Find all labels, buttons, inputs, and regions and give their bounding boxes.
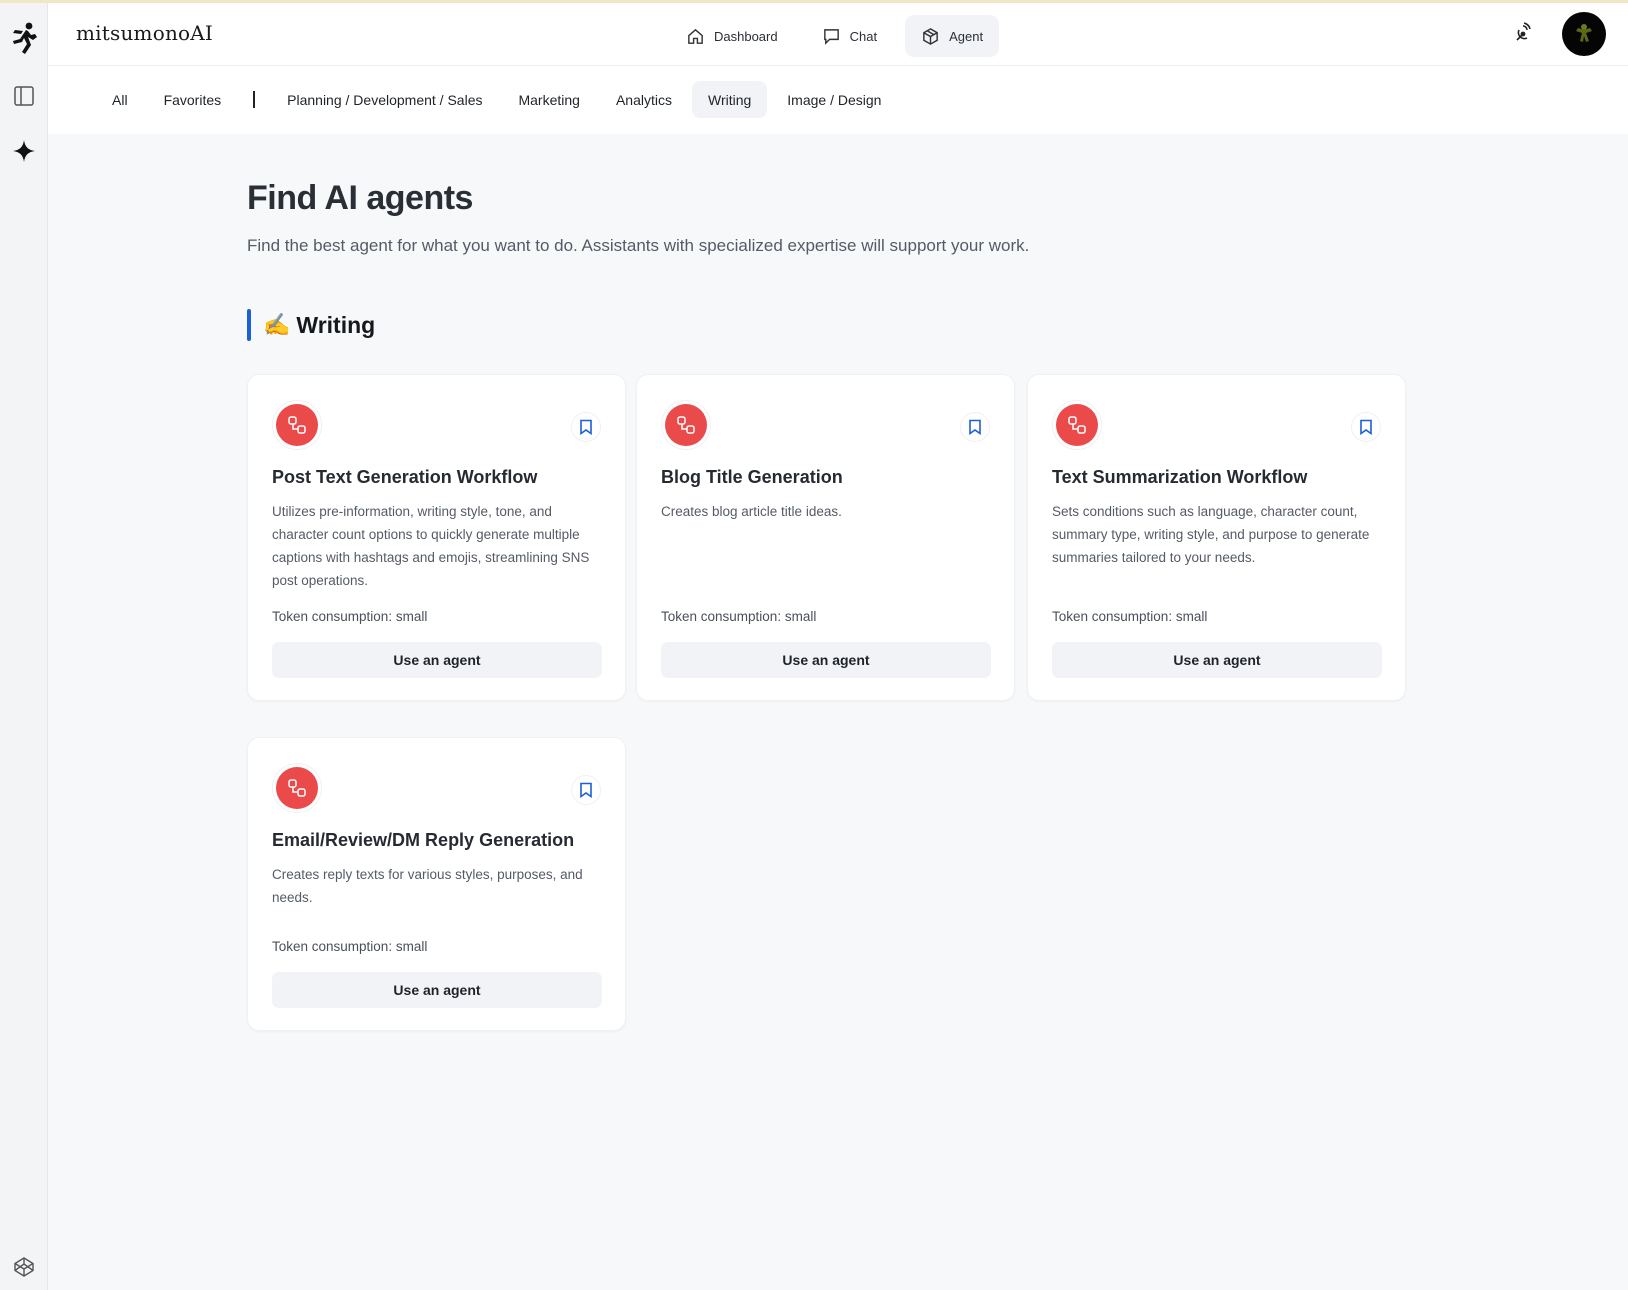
home-icon (686, 27, 705, 46)
bookmark-icon (1360, 419, 1372, 435)
nav-agent-label: Agent (949, 28, 984, 44)
token-consumption: Token consumption: small (272, 939, 428, 954)
tab-writing[interactable]: Writing (691, 81, 768, 118)
nav-dashboard[interactable]: Dashboard (670, 15, 794, 57)
agent-card: Text Summarization Workflow Sets conditi… (1027, 374, 1406, 701)
tab-separator (253, 91, 256, 108)
token-consumption: Token consumption: small (661, 609, 817, 624)
tab-analytics[interactable]: Analytics (600, 81, 688, 118)
workflow-nodes-icon (276, 404, 318, 446)
bookmark-icon (969, 419, 981, 435)
agent-title: Email/Review/DM Reply Generation (272, 830, 575, 850)
avatar-figure-icon (1576, 24, 1592, 42)
agent-description: Creates reply texts for various styles, … (272, 867, 583, 905)
running-ninja-logo-icon[interactable] (0, 21, 48, 55)
bookmark-button[interactable] (571, 775, 601, 805)
category-tabs-bar: All Favorites Planning / Development / S… (48, 66, 1628, 134)
tab-marketing[interactable]: Marketing (502, 81, 595, 118)
tab-all[interactable]: All (96, 81, 144, 118)
agent-card: Email/Review/DM Reply Generation Creates… (247, 737, 626, 1031)
use-agent-button[interactable]: Use an agent (1052, 642, 1382, 678)
nav-agent[interactable]: Agent (905, 15, 1000, 57)
bookmark-button[interactable] (960, 412, 990, 442)
agent-description: Utilizes pre-information, writing style,… (272, 504, 590, 588)
agent-avatar (272, 763, 322, 813)
top-header: mitsumonoAI Dashboard Chat Agent (48, 3, 1628, 66)
top-nav: Dashboard Chat Agent (670, 15, 1000, 57)
broadcast-signal-icon[interactable] (1514, 21, 1536, 48)
category-tabs: All Favorites Planning / Development / S… (96, 81, 897, 118)
tab-planning-development-sales[interactable]: Planning / Development / Sales (271, 81, 498, 118)
header-actions (1514, 12, 1606, 56)
tab-favorites[interactable]: Favorites (148, 81, 238, 118)
user-avatar[interactable] (1562, 12, 1606, 56)
agent-title: Post Text Generation Workflow (272, 467, 538, 487)
nav-dashboard-label: Dashboard (714, 28, 778, 44)
use-agent-button[interactable]: Use an agent (272, 642, 602, 678)
page-subtitle: Find the best agent for what you want to… (247, 236, 1030, 255)
agent-avatar (661, 400, 711, 450)
tab-image-design[interactable]: Image / Design (771, 81, 897, 118)
chat-bubble-icon (822, 27, 841, 46)
sidebar-toggle-icon[interactable] (0, 85, 48, 107)
left-rail (0, 3, 48, 1290)
agent-description: Sets conditions such as language, charac… (1052, 504, 1370, 565)
bookmark-button[interactable] (1351, 412, 1381, 442)
agent-card: Post Text Generation Workflow Utilizes p… (247, 374, 626, 701)
token-consumption: Token consumption: small (272, 609, 428, 624)
nav-chat[interactable]: Chat (806, 15, 893, 57)
writing-hand-icon: ✍️ (263, 312, 291, 337)
workflow-nodes-icon (665, 404, 707, 446)
nav-chat-label: Chat (849, 28, 878, 44)
brand-name[interactable]: mitsumonoAI (76, 21, 213, 45)
agent-avatar (272, 400, 322, 450)
agent-description: Creates blog article title ideas. (661, 504, 842, 519)
use-agent-button[interactable]: Use an agent (661, 642, 991, 678)
sparkle-icon[interactable] (0, 139, 48, 163)
codepen-cube-icon[interactable] (0, 1256, 48, 1278)
use-agent-button[interactable]: Use an agent (272, 972, 602, 1008)
workflow-nodes-icon (1056, 404, 1098, 446)
agent-title: Text Summarization Workflow (1052, 467, 1308, 487)
workflow-nodes-icon (276, 767, 318, 809)
section-accent-bar (247, 309, 251, 341)
agent-title: Blog Title Generation (661, 467, 843, 487)
section-header-writing: ✍️ Writing (247, 309, 375, 341)
bookmark-icon (580, 782, 592, 798)
agent-card: Blog Title Generation Creates blog artic… (636, 374, 1015, 701)
bookmark-button[interactable] (571, 412, 601, 442)
token-consumption: Token consumption: small (1052, 609, 1208, 624)
agent-avatar (1052, 400, 1102, 450)
cube-icon (921, 27, 940, 46)
page-title: Find AI agents (247, 179, 473, 217)
section-title: Writing (296, 311, 376, 338)
bookmark-icon (580, 419, 592, 435)
